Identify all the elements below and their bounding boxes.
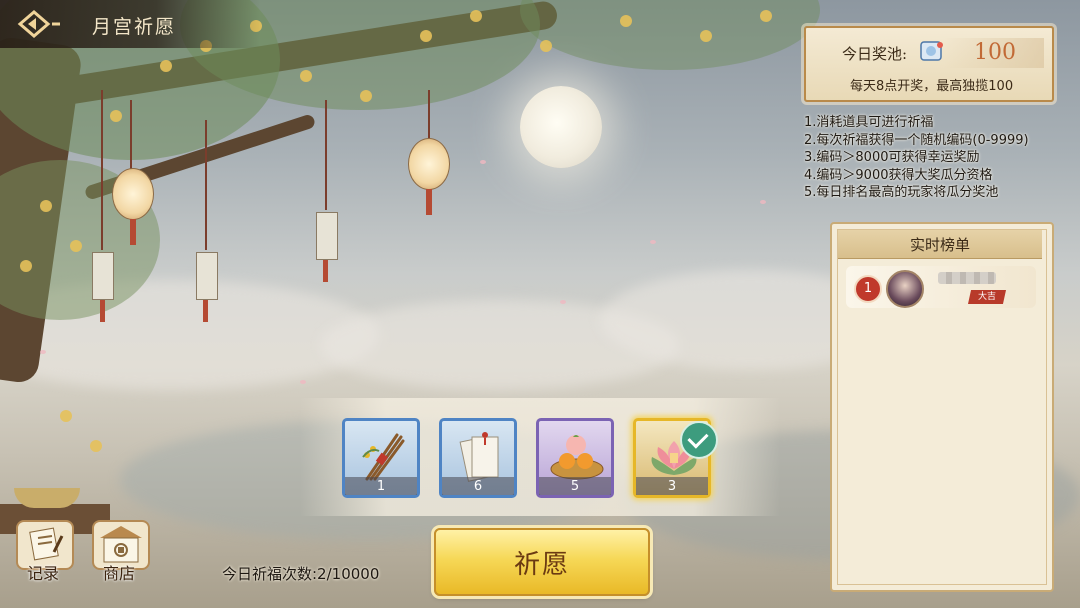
- item-slot-paper[interactable]: 6: [439, 418, 517, 498]
- prize-pool-panel: 今日奖池: 100 每天8点开奖，最高独揽100: [804, 26, 1054, 102]
- item-count: 1: [376, 479, 386, 494]
- rules-list: 1.消耗道具可进行祈福 2.每次祈福获得一个随机编码(0-9999) 3.编码＞…: [804, 114, 1074, 202]
- rule-item: 3.编码＞8000可获得幸运奖励: [804, 150, 980, 165]
- leaderboard-panel: 实时榜单 1 大吉: [830, 222, 1054, 592]
- lantern: [408, 138, 450, 215]
- page-title: 月宫祈愿: [92, 16, 177, 38]
- rank-badge: 1: [854, 275, 882, 303]
- records-button[interactable]: 记录: [12, 520, 74, 586]
- moon: [520, 86, 602, 168]
- wish-tag: [316, 212, 338, 260]
- selected-check-icon: [680, 421, 718, 459]
- item-slot-fruit-basket[interactable]: 5: [536, 418, 614, 498]
- rule-item: 5.每日排名最高的玩家将瓜分奖池: [804, 185, 999, 200]
- rule-item: 4.编码＞9000获得大奖瓜分资格: [804, 167, 993, 183]
- wish-tag: [196, 252, 218, 300]
- player-name-blurred: [938, 272, 996, 284]
- wish-tag: [92, 252, 114, 300]
- rule-item: 1.消耗道具可进行祈福: [804, 115, 934, 130]
- avatar[interactable]: [886, 270, 924, 308]
- osmanthus-bowl: [14, 488, 80, 508]
- item-count: 6: [473, 479, 483, 494]
- title-bar: 月宫祈愿: [0, 0, 260, 48]
- rule-item: 2.每次祈福获得一个随机编码(0-9999): [804, 132, 1029, 148]
- shop-button[interactable]: 商店: [88, 520, 150, 586]
- back-button[interactable]: [16, 8, 64, 40]
- leaderboard-title: 实时榜单: [909, 236, 970, 254]
- leaderboard-header: 实时榜单: [838, 230, 1042, 259]
- item-slot-lotus-lamp[interactable]: 3: [633, 418, 718, 498]
- fortune-tag: 大吉: [968, 290, 1007, 304]
- pool-value: 100: [974, 40, 1016, 65]
- lantern: [112, 168, 154, 245]
- item-count: 3: [667, 479, 677, 494]
- item-count: 5: [570, 479, 580, 494]
- shop-label: 商店: [102, 564, 135, 583]
- leaderboard-entry[interactable]: 1 大吉: [846, 266, 1036, 308]
- pray-button[interactable]: 祈愿: [434, 528, 650, 596]
- item-slot-incense[interactable]: 1: [342, 418, 420, 498]
- pray-count-status: 今日祈福次数:2/10000: [222, 565, 380, 583]
- pool-label: 今日奖池:: [842, 45, 908, 63]
- pool-subtitle: 每天8点开奖，最高独揽100: [850, 79, 1014, 94]
- records-label: 记录: [26, 564, 59, 583]
- jade-token-icon: [920, 41, 943, 61]
- back-arrow-icon: [17, 10, 60, 38]
- pray-button-label: 祈愿: [513, 550, 570, 580]
